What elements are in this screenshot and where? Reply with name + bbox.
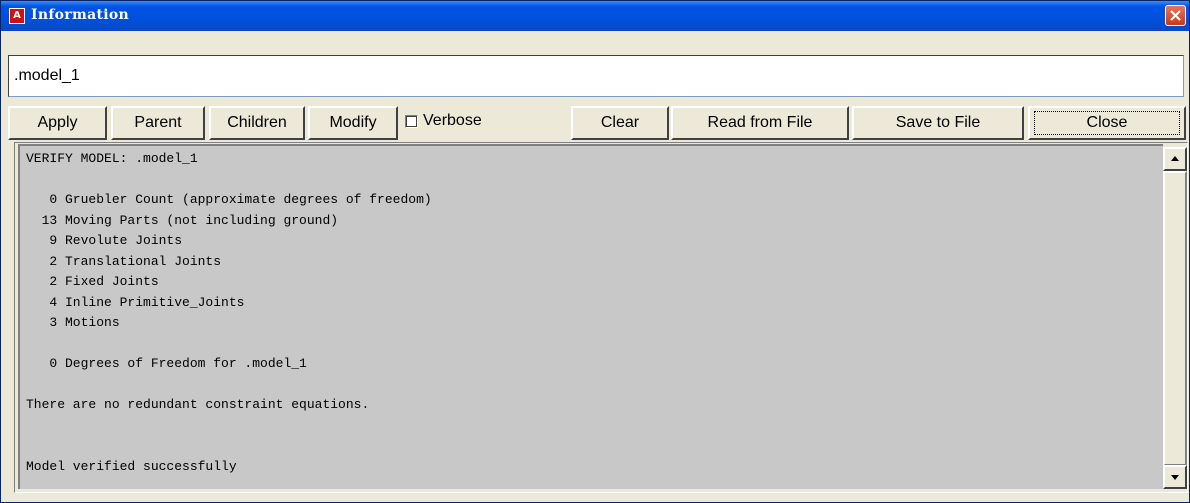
output-line: There are no redundant constraint equati… [26, 397, 370, 412]
scroll-thumb[interactable] [1163, 171, 1187, 466]
title-bar[interactable]: A Information [1, 1, 1189, 31]
close-x-icon [1170, 10, 1181, 21]
toolbar: Apply Parent Children Modify Verbose Cle… [1, 106, 1190, 142]
output-line: 2 Fixed Joints [26, 274, 159, 289]
save-to-file-button[interactable]: Save to File [852, 106, 1024, 140]
model-name-field[interactable] [8, 55, 1184, 97]
clear-button[interactable]: Clear [571, 106, 669, 140]
output-line: 3 Motions [26, 315, 120, 330]
output-line: 0 Gruebler Count (approximate degrees of… [26, 192, 432, 207]
vertical-scrollbar[interactable] [1163, 144, 1187, 489]
close-button-label: Close [1034, 111, 1180, 135]
output-pane[interactable]: VERIFY MODEL: .model_1 0 Gruebler Count … [18, 144, 1163, 489]
output-line: 2 Translational Joints [26, 253, 222, 269]
window-title: Information [31, 7, 129, 23]
parent-button[interactable]: Parent [111, 106, 205, 140]
close-window-button[interactable] [1165, 5, 1186, 26]
output-line: Model verified successfully [26, 458, 237, 474]
close-button[interactable]: Close [1028, 106, 1186, 140]
children-button[interactable]: Children [209, 106, 305, 140]
output-text: VERIFY MODEL: .model_1 0 Gruebler Count … [20, 146, 1163, 480]
arrow-down-icon [1171, 475, 1179, 480]
output-line: VERIFY MODEL: .model_1 [26, 151, 198, 166]
modify-button[interactable]: Modify [308, 106, 398, 140]
verbose-label: Verbose [423, 112, 482, 129]
output-line: 13 Moving Parts (not including ground) [26, 212, 339, 228]
arrow-up-icon [1171, 156, 1179, 161]
output-line: 0 Degrees of Freedom for .model_1 [26, 356, 307, 371]
scroll-down-button[interactable] [1163, 465, 1187, 489]
verbose-checkbox[interactable] [405, 115, 418, 128]
output-line: 4 Inline Primitive_Joints [26, 294, 245, 310]
app-a-icon: A [9, 8, 25, 24]
read-from-file-button[interactable]: Read from File [671, 106, 849, 140]
verbose-toggle[interactable]: Verbose [399, 106, 569, 140]
information-window: A Information Apply Parent Children Modi… [0, 0, 1190, 503]
apply-button[interactable]: Apply [8, 106, 107, 140]
output-line: 9 Revolute Joints [26, 233, 183, 248]
scroll-up-button[interactable] [1163, 147, 1187, 171]
